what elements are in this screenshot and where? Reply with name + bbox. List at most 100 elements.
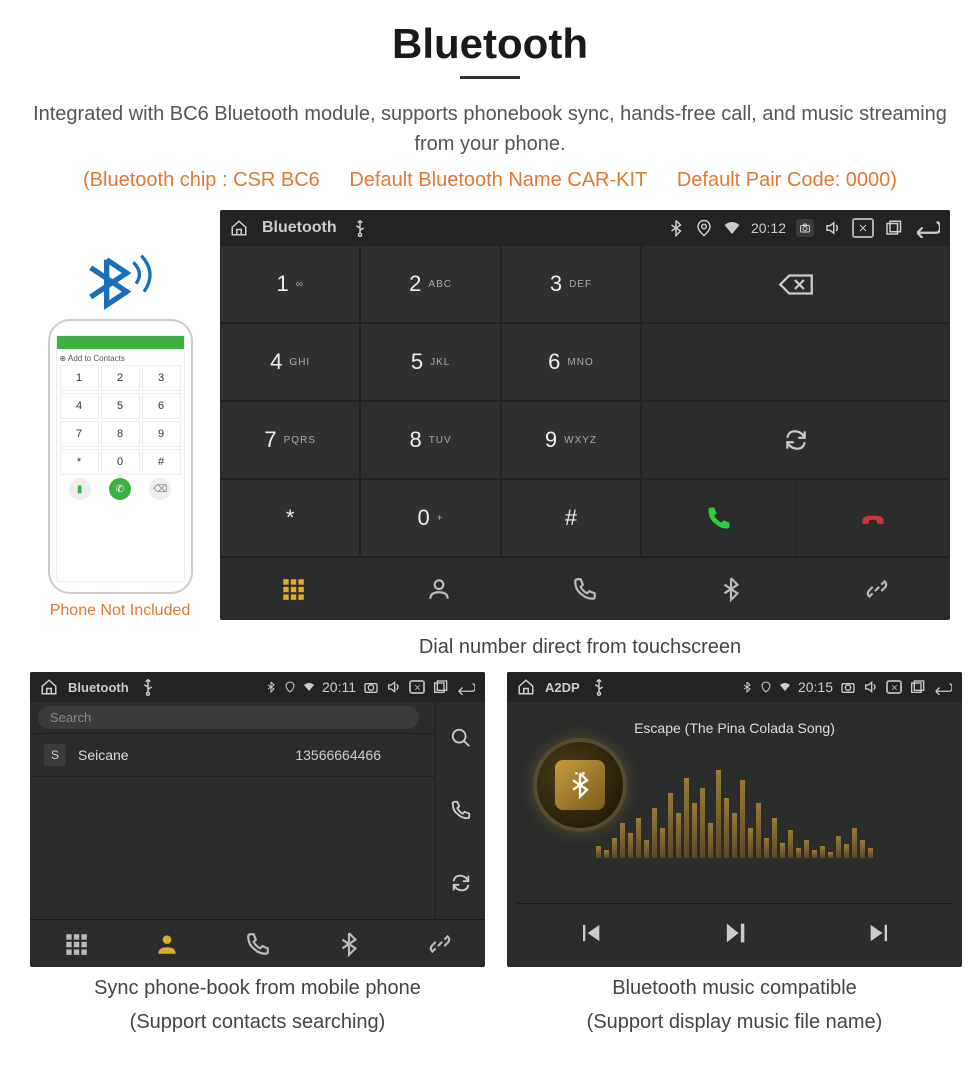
call-hangup-row xyxy=(641,479,950,557)
tab-link[interactable] xyxy=(804,558,950,620)
tab-bluetooth[interactable] xyxy=(303,920,394,967)
status-title: A2DP xyxy=(545,680,580,695)
call-button[interactable] xyxy=(642,480,796,556)
camera-icon[interactable] xyxy=(840,678,856,696)
home-icon[interactable] xyxy=(517,678,535,696)
volume-icon[interactable] xyxy=(824,219,842,237)
location-icon xyxy=(695,219,713,237)
add-contacts-label: Add to Contacts xyxy=(68,354,125,363)
phone-key: 8 xyxy=(101,421,140,447)
tab-link[interactable] xyxy=(394,920,485,967)
close-app-icon[interactable] xyxy=(886,680,902,694)
title-underline xyxy=(460,76,520,79)
spec-code: Default Pair Code: 0000) xyxy=(677,169,897,191)
contacts-caption-1: Sync phone-book from mobile phone xyxy=(30,975,485,1001)
dial-key-9[interactable]: 9WXYZ xyxy=(501,401,641,479)
phone-key: 4 xyxy=(60,393,99,419)
album-art xyxy=(537,742,623,828)
back-icon[interactable] xyxy=(932,678,952,696)
status-bar: Bluetooth 20:12 xyxy=(220,210,950,245)
bluetooth-status-icon xyxy=(667,219,685,237)
phone-mockup: ⊕ Add to Contacts 123456789*0# ▮ ✆ ⌫ xyxy=(48,319,193,594)
call-icon[interactable] xyxy=(450,785,472,835)
wifi-icon xyxy=(723,219,741,237)
tab-contacts[interactable] xyxy=(121,920,212,967)
dialer-caption: Dial number direct from touchscreen xyxy=(210,634,950,660)
dial-key-#[interactable]: # xyxy=(501,479,641,557)
prev-button[interactable] xyxy=(576,919,604,952)
phone-key: 9 xyxy=(142,421,181,447)
refresh-button[interactable] xyxy=(641,401,950,479)
home-icon[interactable] xyxy=(230,219,248,237)
close-app-icon[interactable] xyxy=(852,218,874,238)
dial-key-8[interactable]: 8TUV xyxy=(360,401,500,479)
spec-chip: (Bluetooth chip : CSR BC6 xyxy=(83,169,320,191)
next-button[interactable] xyxy=(866,919,894,952)
bluetooth-logo-icon xyxy=(80,249,160,309)
hangup-button[interactable] xyxy=(796,480,949,556)
status-time: 20:15 xyxy=(798,679,833,695)
music-caption-1: Bluetooth music compatible xyxy=(507,975,962,1001)
phone-key: 5 xyxy=(101,393,140,419)
dial-key-3[interactable]: 3DEF xyxy=(501,245,641,323)
phone-key: * xyxy=(60,449,99,475)
phone-key: 1 xyxy=(60,365,99,391)
dial-key-5[interactable]: 5JKL xyxy=(360,323,500,401)
bluetooth-status-icon xyxy=(741,678,753,696)
contact-letter: S xyxy=(44,744,66,766)
status-time: 20:12 xyxy=(751,220,786,236)
usb-icon xyxy=(139,678,157,696)
empty-cell xyxy=(641,323,950,401)
phone-key: 6 xyxy=(142,393,181,419)
recent-apps-icon[interactable] xyxy=(884,219,902,237)
location-icon xyxy=(284,678,296,696)
phone-back-icon: ⌫ xyxy=(149,478,171,500)
dial-key-2[interactable]: 2ABC xyxy=(360,245,500,323)
search-input[interactable]: Search xyxy=(38,706,419,729)
camera-icon[interactable] xyxy=(363,678,379,696)
phone-caption: Phone Not Included xyxy=(50,602,191,620)
recent-apps-icon[interactable] xyxy=(432,678,448,696)
location-icon xyxy=(760,678,772,696)
backspace-button[interactable] xyxy=(641,245,950,323)
home-icon[interactable] xyxy=(40,678,58,696)
camera-icon[interactable] xyxy=(796,219,814,237)
tab-calls[interactable] xyxy=(212,920,303,967)
recent-apps-icon[interactable] xyxy=(909,678,925,696)
status-time: 20:11 xyxy=(322,679,356,695)
usb-icon xyxy=(351,219,369,237)
contacts-panel: Bluetooth 20:11 xyxy=(30,672,485,967)
back-icon[interactable] xyxy=(912,219,940,237)
phone-call-icon: ✆ xyxy=(109,478,131,500)
dial-key-1[interactable]: 1∞ xyxy=(220,245,360,323)
dial-key-7[interactable]: 7PQRS xyxy=(220,401,360,479)
dial-key-*[interactable]: * xyxy=(220,479,360,557)
phone-key: 7 xyxy=(60,421,99,447)
dial-key-6[interactable]: 6MNO xyxy=(501,323,641,401)
tab-calls[interactable] xyxy=(512,558,658,620)
song-title: Escape (The Pina Colada Song) xyxy=(634,720,835,736)
play-pause-button[interactable] xyxy=(721,919,749,952)
spec-line: (Bluetooth chip : CSR BC6 Default Blueto… xyxy=(30,169,950,192)
contact-row[interactable]: SSeicane13566664466 xyxy=(30,734,435,777)
phone-header xyxy=(57,336,184,349)
phone-key: 0 xyxy=(101,449,140,475)
spec-name: Default Bluetooth Name CAR-KIT xyxy=(349,169,647,191)
back-icon[interactable] xyxy=(455,678,475,696)
phone-key: 2 xyxy=(101,365,140,391)
phone-video-icon: ▮ xyxy=(69,478,91,500)
volume-icon[interactable] xyxy=(863,678,879,696)
tab-dialpad[interactable] xyxy=(30,920,121,967)
usb-icon xyxy=(590,678,608,696)
tab-contacts[interactable] xyxy=(366,558,512,620)
tab-dialpad[interactable] xyxy=(220,558,366,620)
wifi-icon xyxy=(779,678,791,696)
volume-icon[interactable] xyxy=(386,678,402,696)
search-icon[interactable] xyxy=(450,713,472,763)
music-caption-2: (Support display music file name) xyxy=(507,1009,962,1035)
dial-key-4[interactable]: 4GHI xyxy=(220,323,360,401)
tab-bluetooth[interactable] xyxy=(658,558,804,620)
close-app-icon[interactable] xyxy=(409,680,425,694)
refresh-icon[interactable] xyxy=(450,858,472,908)
dial-key-0[interactable]: 0+ xyxy=(360,479,500,557)
